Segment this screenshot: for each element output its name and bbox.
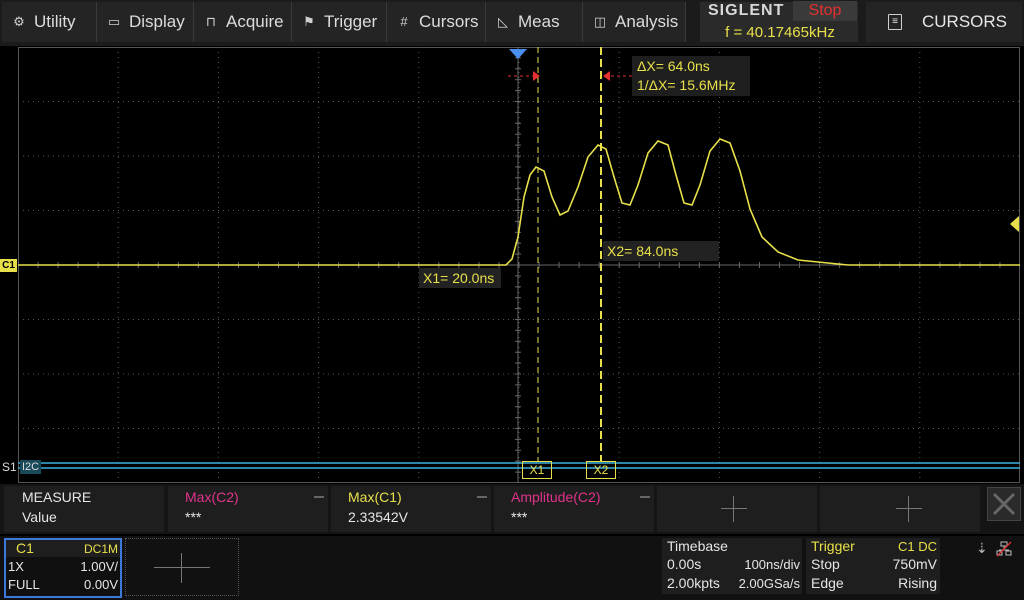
measure-item[interactable]: Max(C1) 2.33542V	[331, 486, 491, 532]
measure-item[interactable]: Max(C2) ***	[168, 486, 328, 532]
right-menu-title[interactable]: ≡ CURSORS	[866, 2, 1022, 42]
menu-trigger-label: Trigger	[324, 12, 378, 31]
channel-bandwidth: FULL	[8, 577, 40, 592]
menu-meas-label: Meas	[518, 12, 560, 31]
measure-item[interactable]: Amplitude(C2) ***	[494, 486, 654, 532]
usb-icon: ⇣	[976, 540, 988, 556]
measure-item-value: ***	[511, 509, 528, 525]
trigger-level-marker[interactable]	[1010, 216, 1019, 232]
channel-1-info[interactable]: C1 DC1M 1X 1.00V/ FULL 0.00V	[4, 538, 122, 598]
waveform-grid	[18, 47, 1020, 483]
cursor-delta-box: ΔX= 64.0ns 1/ΔX= 15.6MHz	[632, 56, 750, 96]
cursor-x1-readout: X1= 20.0ns	[419, 268, 501, 288]
measure-item-name: Max(C2)	[185, 489, 239, 505]
plus-icon-bar	[721, 508, 747, 509]
plus-icon-bar	[896, 508, 922, 509]
measure-add-slot[interactable]	[820, 486, 980, 532]
measure-row-label: Value	[22, 509, 57, 525]
timebase-points: 2.00kpts	[667, 575, 720, 591]
measure-add-slot[interactable]	[657, 486, 817, 532]
channel-probe: 1X	[8, 559, 24, 574]
monitor-icon: ▭	[107, 14, 121, 29]
menu-acquire[interactable]: ⊓ Acquire	[194, 2, 292, 42]
trigger-title: Trigger	[811, 538, 855, 554]
measure-item-value: 2.33542V	[348, 509, 408, 525]
menu-utility[interactable]: ⚙ Utility	[2, 2, 97, 42]
menu-display-label: Display	[129, 12, 185, 31]
crosshair-icon: #	[400, 14, 408, 29]
analysis-icon: ◫	[593, 14, 607, 29]
timebase-title: Timebase	[667, 538, 728, 554]
timebase-delay: 0.00s	[667, 556, 702, 572]
run-stop-indicator[interactable]: Stop	[793, 1, 857, 21]
measure-item-name: Amplitude(C2)	[511, 489, 601, 505]
plus-icon	[181, 553, 182, 583]
cursor-x2-handle[interactable]: X2	[586, 461, 616, 479]
menu-acquire-label: Acquire	[226, 12, 284, 31]
network-icon	[996, 541, 1012, 557]
cursor-x2-readout: X2= 84.0ns	[603, 241, 719, 261]
menu-analysis[interactable]: ◫ Analysis	[583, 2, 686, 42]
right-menu-title-label: CURSORS	[922, 12, 1008, 31]
menu-display[interactable]: ▭ Display	[97, 2, 194, 42]
serial-bus-marker: S1	[2, 460, 17, 474]
measure-item-value: ***	[185, 509, 202, 525]
menu-cursors-label: Cursors	[419, 12, 479, 31]
flag-icon: ⚑	[303, 14, 315, 29]
timebase-scale: 100ns/div	[744, 557, 800, 572]
menu-page-icon: ≡	[888, 14, 902, 30]
cursor-delta-x: ΔX= 64.0ns	[637, 58, 710, 74]
channel-1-offset-marker[interactable]: C1	[0, 259, 17, 272]
menu-cursors[interactable]: # Cursors	[387, 2, 486, 42]
serial-protocol-label: I2C	[20, 460, 42, 474]
plus-icon-bar	[154, 567, 210, 568]
trigger-level: 750mV	[892, 556, 937, 572]
cursor-inverse-delta-x: 1/ΔX= 15.6MHz	[637, 77, 736, 93]
cursor-delta-left-arrow	[533, 71, 540, 81]
menu-trigger[interactable]: ⚑ Trigger	[292, 2, 387, 42]
plus-icon	[908, 496, 909, 522]
frequency-counter: f = 40.17465kHz	[725, 24, 835, 41]
channel-name: C1	[16, 540, 34, 556]
measure-item-name: Max(C1)	[348, 489, 402, 505]
trigger-info[interactable]: Trigger C1 DC Stop 750mV Edge Rising	[806, 538, 940, 594]
measure-item-close-icon[interactable]	[477, 496, 487, 498]
measure-icon: ◺	[498, 14, 508, 29]
measure-header-cell: MEASURE Value	[4, 486, 164, 532]
plus-icon	[733, 496, 734, 522]
brand-logo: SIGLENT	[708, 2, 785, 19]
channel-coupling: DC1M	[83, 542, 118, 556]
add-channel-slot[interactable]	[125, 538, 239, 596]
timebase-info[interactable]: Timebase 0.00s 100ns/div 2.00kpts 2.00GS…	[662, 538, 802, 594]
gear-icon: ⚙	[13, 14, 25, 29]
acquire-icon: ⊓	[205, 14, 217, 29]
cursor-delta-right-arrow	[603, 71, 610, 81]
menu-meas[interactable]: ◺ Meas	[486, 2, 583, 42]
trigger-mode: Stop	[811, 556, 840, 572]
menu-analysis-label: Analysis	[615, 12, 679, 31]
measure-title: MEASURE	[22, 489, 92, 505]
measure-close-button[interactable]	[987, 487, 1021, 521]
channel-offset: 0.00V	[84, 577, 118, 592]
trigger-source: C1 DC	[897, 539, 937, 554]
cursor-x1-handle[interactable]: X1	[522, 461, 552, 479]
trigger-type: Edge	[811, 575, 844, 591]
close-icon	[992, 492, 1016, 516]
trigger-slope: Rising	[898, 575, 937, 591]
menu-utility-label: Utility	[34, 12, 76, 31]
trigger-position-marker[interactable]	[509, 49, 527, 59]
measure-item-close-icon[interactable]	[314, 496, 324, 498]
measure-item-close-icon[interactable]	[640, 496, 650, 498]
timebase-sample-rate: 2.00GSa/s	[738, 576, 800, 591]
channel-scale: 1.00V/	[80, 559, 118, 574]
